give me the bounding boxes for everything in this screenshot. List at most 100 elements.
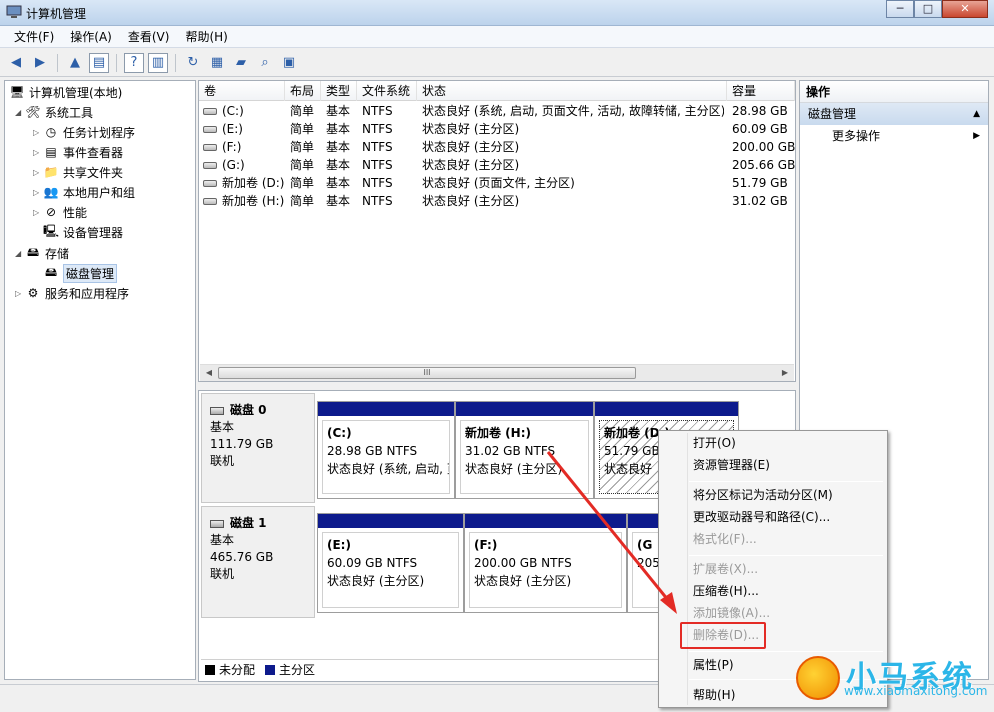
cell-volume: (C:) [203, 102, 285, 120]
menu-item-open[interactable]: 打开(O) [693, 433, 736, 453]
legend-swatch-unallocated [205, 664, 215, 675]
close-button[interactable]: ✕ [942, 0, 988, 18]
column-header-status[interactable]: 状态 [417, 81, 727, 101]
disk-1-label[interactable]: 磁盘 1 基本 465.76 GB 联机 [201, 506, 315, 618]
cell-filesystem: NTFS [362, 122, 393, 136]
cell-volume: 新加卷 (H:) [203, 192, 285, 210]
forward-icon[interactable]: ▶ [30, 53, 50, 73]
up-folder-icon[interactable]: ▲ [65, 53, 85, 73]
users-icon: 👥 [43, 185, 59, 199]
tree-item-performance[interactable]: ▷ ⊘ 性能 [33, 203, 87, 221]
table-row[interactable]: (C:) 简单 基本 NTFS 状态良好 (系统, 启动, 页面文件, 活动, … [199, 102, 795, 120]
tree-item-services-apps[interactable]: ▷ ⚙ 服务和应用程序 [15, 284, 129, 302]
partition-name: (F:) [474, 538, 498, 552]
partition-size: 31.02 GB NTFS [465, 444, 556, 458]
toolbar: ◀ ▶ ▲ ▤ ? ▥ ↻ ▦ ▰ ⌕ ▣ [0, 49, 994, 77]
actions-section-disk-management[interactable]: 磁盘管理 ▲ [800, 103, 988, 125]
disk-0-label[interactable]: 磁盘 0 基本 111.79 GB 联机 [201, 393, 315, 503]
collapsed-arrow-icon[interactable]: ▷ [33, 168, 43, 177]
menu-item-properties[interactable]: 属性(P) [693, 655, 734, 675]
table-row[interactable]: 新加卷 (H:) 简单 基本 NTFS 状态良好 (主分区) 31.02 GB [199, 192, 795, 210]
partition-e[interactable]: (E:) 60.09 GB NTFS 状态良好 (主分区) [317, 513, 464, 613]
disk-size: 111.79 GB [210, 437, 274, 451]
cell-type: 基本 [326, 122, 351, 136]
scroll-thumb[interactable]: III [218, 367, 636, 379]
refresh-icon[interactable]: ↻ [183, 53, 203, 73]
partition-f[interactable]: (F:) 200.00 GB NTFS 状态良好 (主分区) [464, 513, 627, 613]
cell-layout: 简单 [290, 122, 315, 136]
drive-icon [203, 198, 217, 205]
menu-item-help[interactable]: 帮助(H) [693, 685, 735, 705]
cell-volume-text: (C:) [222, 104, 244, 118]
menu-item-shrink-volume[interactable]: 压缩卷(H)... [693, 581, 759, 601]
column-header-volume[interactable]: 卷 [199, 81, 285, 101]
cell-volume-text: (E:) [222, 122, 243, 136]
scroll-right-arrow-icon[interactable]: ▶ [778, 366, 792, 380]
disk-type: 基本 [210, 533, 235, 547]
cell-type: 基本 [326, 176, 351, 190]
show-hide-tree-icon[interactable]: ▤ [89, 52, 109, 73]
tree-item-label: 性能 [63, 205, 88, 220]
cell-filesystem: NTFS [362, 176, 393, 190]
collapsed-arrow-icon[interactable]: ▷ [33, 148, 43, 157]
maximize-button[interactable]: □ [914, 0, 942, 18]
table-row[interactable]: (E:) 简单 基本 NTFS 状态良好 (主分区) 60.09 GB [199, 120, 795, 138]
tree-item-task-scheduler[interactable]: ▷ ◷ 任务计划程序 [33, 123, 135, 141]
tree-item-disk-management[interactable]: 🖴 磁盘管理 [43, 263, 118, 283]
back-icon[interactable]: ◀ [6, 53, 26, 73]
expanded-arrow-icon[interactable]: ◢ [15, 249, 25, 258]
properties-icon[interactable]: ▦ [207, 53, 227, 73]
column-header-filesystem[interactable]: 文件系统 [357, 81, 417, 101]
tree-item-system-tools[interactable]: ◢ 🛠 系统工具 [15, 103, 93, 121]
collapsed-arrow-icon[interactable]: ▷ [15, 289, 25, 298]
cell-layout: 简单 [290, 140, 315, 154]
menu-help[interactable]: 帮助(H) [177, 28, 235, 45]
tree-item-storage[interactable]: ◢ 🖴 存储 [15, 244, 69, 262]
settings-icon[interactable]: ▣ [279, 53, 299, 73]
scroll-left-arrow-icon[interactable]: ◀ [202, 366, 216, 380]
horizontal-scrollbar[interactable]: ◀ III ▶ [200, 364, 794, 381]
column-header-layout[interactable]: 布局 [285, 81, 321, 101]
cell-volume-text: (F:) [222, 140, 242, 154]
collapsed-arrow-icon[interactable]: ▷ [33, 128, 43, 137]
menu-item-change-drive-letter[interactable]: 更改驱动器号和路径(C)... [693, 507, 830, 527]
menu-item-mark-active[interactable]: 将分区标记为活动分区(M) [693, 485, 833, 505]
open-folder-icon[interactable]: ▰ [231, 53, 251, 73]
window-title: 计算机管理 [26, 7, 87, 21]
tree-item-event-viewer[interactable]: ▷ ▤ 事件查看器 [33, 143, 123, 161]
collapsed-arrow-icon[interactable]: ▷ [33, 188, 43, 197]
menu-item-explorer[interactable]: 资源管理器(E) [693, 455, 770, 475]
minimize-button[interactable]: ─ [886, 0, 914, 18]
tree-item-device-manager[interactable]: 🖳 设备管理器 [43, 223, 123, 241]
partition-c[interactable]: (C:) 28.98 GB NTFS 状态良好 (系统, 启动, 页 [317, 401, 455, 499]
menu-gutter [687, 433, 688, 705]
show-hide-action-pane-icon[interactable]: ▥ [148, 52, 168, 73]
column-header-type[interactable]: 类型 [321, 81, 357, 101]
tree-item-computer-management[interactable]: 🖥 计算机管理(本地) [9, 83, 122, 101]
scroll-grip: III [423, 368, 431, 377]
partition-h[interactable]: 新加卷 (H:) 31.02 GB NTFS 状态良好 (主分区) [455, 401, 594, 499]
menu-item-add-mirror: 添加镜像(A)... [693, 606, 771, 620]
cell-status: 状态良好 (主分区) [422, 194, 520, 208]
tree-item-local-users[interactable]: ▷ 👥 本地用户和组 [33, 183, 135, 201]
column-header-capacity[interactable]: 容量 [727, 81, 795, 101]
menu-item-extend-volume: 扩展卷(X)... [693, 562, 759, 576]
disk-type: 基本 [210, 420, 235, 434]
search-icon[interactable]: ⌕ [255, 53, 275, 73]
menu-file[interactable]: 文件(F) [6, 28, 62, 45]
table-row[interactable]: (G:) 简单 基本 NTFS 状态良好 (主分区) 205.66 GB [199, 156, 795, 174]
tree-item-shared-folders[interactable]: ▷ 📁 共享文件夹 [33, 163, 123, 181]
more-actions-item[interactable]: 更多操作 ▶ [800, 125, 988, 147]
table-row[interactable]: 新加卷 (D:) 简单 基本 NTFS 状态良好 (页面文件, 主分区) 51.… [199, 174, 795, 192]
partition-name: (E:) [327, 538, 351, 552]
help-icon[interactable]: ? [124, 52, 144, 73]
collapsed-arrow-icon[interactable]: ▷ [33, 208, 43, 217]
menu-view[interactable]: 查看(V) [120, 28, 178, 45]
table-row[interactable]: (F:) 简单 基本 NTFS 状态良好 (主分区) 200.00 GB [199, 138, 795, 156]
watermark-url: www.xiaomaxitong.com [844, 684, 988, 698]
menu-action[interactable]: 操作(A) [62, 28, 120, 45]
collapse-up-icon[interactable]: ▲ [973, 103, 980, 125]
cell-capacity: 205.66 GB [732, 158, 796, 172]
storage-icon: 🖴 [26, 244, 40, 259]
expanded-arrow-icon[interactable]: ◢ [15, 108, 25, 117]
